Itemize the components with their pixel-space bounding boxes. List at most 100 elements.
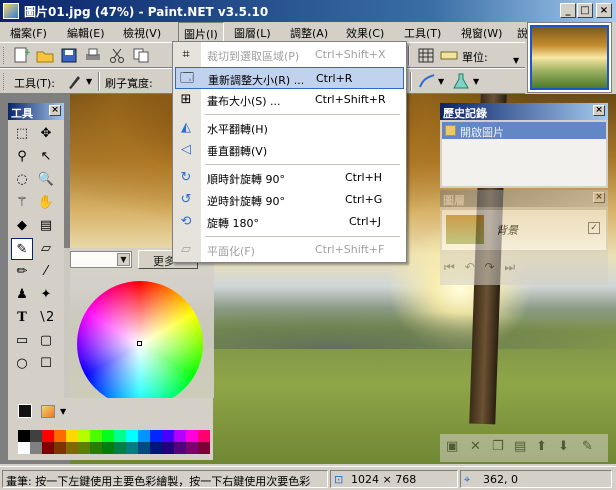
add-layer-icon[interactable]: ▣	[446, 439, 458, 454]
color-palette-grid[interactable]	[18, 430, 214, 458]
tool-dropdown-arrow-icon[interactable]: ▼	[86, 77, 92, 86]
menu-adjustments[interactable]: 調整(A)	[290, 25, 328, 41]
save-icon[interactable]	[60, 47, 78, 64]
palette-swatch[interactable]	[150, 430, 162, 442]
move-selected-icon[interactable]: ✥	[35, 123, 57, 145]
palette-swatch[interactable]	[198, 442, 210, 454]
freeform-shape-icon[interactable]: ☐	[35, 353, 57, 375]
lasso-select-icon[interactable]: ⚲	[11, 146, 33, 168]
color-wheel[interactable]	[77, 281, 203, 407]
line-curve-icon[interactable]: ∖2	[35, 307, 57, 329]
antialiasing-dropdown-icon[interactable]: ▼	[438, 77, 444, 86]
palette-swatch[interactable]	[150, 442, 162, 454]
ellipse-shape-icon[interactable]: ○	[11, 353, 33, 375]
pan-hand-icon[interactable]: ✋	[35, 192, 57, 214]
history-item[interactable]: 開啟圖片	[442, 122, 606, 139]
palette-swatch[interactable]	[186, 442, 198, 454]
palette-swatch[interactable]	[66, 430, 78, 442]
menu-rotate-cw[interactable]: ↻ 順時針旋轉 90° Ctrl+H	[175, 167, 404, 189]
blend-mode-dropdown-icon[interactable]: ▼	[473, 77, 479, 86]
palette-swatch[interactable]	[138, 430, 150, 442]
recolor-icon[interactable]: ✦	[35, 284, 57, 306]
primary-color-swatch[interactable]	[18, 404, 32, 418]
menu-flatten[interactable]: ▱ 平面化(F) Ctrl+Shift+F	[175, 239, 404, 261]
copy-icon[interactable]	[132, 47, 150, 64]
magic-wand-icon[interactable]: ⚚	[11, 192, 33, 214]
rectangle-shape-icon[interactable]: ▭	[11, 330, 33, 352]
move-selection-icon[interactable]: ↖	[35, 146, 57, 168]
color-picker-icon[interactable]: ⁄	[35, 261, 57, 283]
menu-rotate-180[interactable]: ⟲ 旋轉 180° Ctrl+J	[175, 211, 404, 233]
grid-icon[interactable]	[417, 47, 435, 64]
toolbar-overflow-icon[interactable]: ▼	[513, 56, 523, 66]
pencil-icon[interactable]: ✏	[11, 261, 33, 283]
palette-swatch[interactable]	[162, 442, 174, 454]
tools-panel-close-button[interactable]: ×	[49, 105, 61, 116]
palette-swatch[interactable]	[102, 430, 114, 442]
cut-icon[interactable]	[108, 47, 126, 64]
palette-dropdown-icon[interactable]: ▼	[60, 407, 66, 416]
layers-panel-close-button[interactable]: ×	[593, 192, 605, 203]
palette-swatch[interactable]	[54, 430, 66, 442]
palette-swatch[interactable]	[198, 430, 210, 442]
palette-swatch[interactable]	[18, 442, 30, 454]
toolbar-grip[interactable]	[3, 47, 6, 64]
close-button[interactable]: ×	[596, 3, 612, 18]
menu-window[interactable]: 視窗(W)	[461, 25, 502, 41]
current-tool-brush-icon[interactable]	[66, 73, 84, 90]
new-file-icon[interactable]: +	[12, 47, 30, 64]
menu-image[interactable]: 圖片(I)	[178, 22, 224, 42]
menu-rotate-ccw[interactable]: ↺ 逆時針旋轉 90° Ctrl+G	[175, 189, 404, 211]
history-panel-close-button[interactable]: ×	[593, 105, 605, 116]
palette-swatch[interactable]	[42, 442, 54, 454]
minimize-button[interactable]: _	[560, 3, 576, 18]
menu-crop-to-selection[interactable]: ⌗ 裁切到選取區域(P) Ctrl+Shift+X	[175, 44, 404, 66]
move-layer-down-icon[interactable]: ⬇	[558, 439, 569, 454]
menu-layers[interactable]: 圖層(L)	[234, 25, 271, 41]
palette-swatch[interactable]	[78, 442, 90, 454]
menu-canvas-size[interactable]: ⊞ 畫布大小(S) ... Ctrl+Shift+R	[175, 89, 404, 111]
menu-flip-vertical[interactable]: ◁ 垂直翻轉(V)	[175, 139, 404, 161]
color-wheel-marker[interactable]	[137, 341, 142, 346]
open-folder-icon[interactable]	[36, 47, 54, 64]
menu-tools[interactable]: 工具(T)	[404, 25, 441, 41]
move-layer-up-icon[interactable]: ⬆	[536, 439, 547, 454]
palette-swatch[interactable]	[138, 442, 150, 454]
palette-swatch[interactable]	[78, 430, 90, 442]
ellipse-select-icon[interactable]: ◌	[11, 169, 33, 191]
rounded-rectangle-icon[interactable]: ▢	[35, 330, 57, 352]
toolbar-grip[interactable]	[3, 73, 6, 90]
palette-menu-icon[interactable]	[41, 405, 55, 418]
palette-swatch[interactable]	[90, 430, 102, 442]
palette-swatch[interactable]	[30, 430, 42, 442]
menu-flip-horizontal[interactable]: ◭ 水平翻轉(H)	[175, 117, 404, 139]
delete-layer-icon[interactable]: ✕	[470, 439, 481, 454]
layer-properties-icon[interactable]: ✎	[582, 439, 593, 454]
merge-layer-icon[interactable]: ▤	[514, 439, 526, 454]
duplicate-layer-icon[interactable]: ❐	[492, 439, 504, 454]
text-icon[interactable]: T	[11, 307, 33, 329]
blend-mode-flask-icon[interactable]	[452, 73, 470, 90]
layer-row[interactable]: 背景 ✓	[442, 210, 606, 250]
paintbrush-icon[interactable]: ✎	[11, 238, 33, 260]
eraser-icon[interactable]: ▱	[35, 238, 57, 260]
print-icon[interactable]	[84, 47, 102, 64]
menu-resize[interactable]: 🗔 重新調整大小(R) ... Ctrl+R	[175, 67, 404, 89]
palette-swatch[interactable]	[18, 430, 30, 442]
menu-view[interactable]: 檢視(V)	[123, 25, 161, 41]
palette-swatch[interactable]	[186, 430, 198, 442]
palette-swatch[interactable]	[114, 442, 126, 454]
palette-swatch[interactable]	[126, 430, 138, 442]
menu-effects[interactable]: 效果(C)	[346, 25, 384, 41]
palette-swatch[interactable]	[174, 442, 186, 454]
zoom-icon[interactable]: 🔍	[35, 169, 57, 191]
palette-swatch[interactable]	[162, 430, 174, 442]
ruler-icon[interactable]	[440, 47, 458, 64]
layer-visible-checkbox[interactable]: ✓	[588, 222, 600, 234]
menu-file[interactable]: 檔案(F)	[10, 25, 47, 41]
gradient-icon[interactable]: ▤	[35, 215, 57, 237]
palette-swatch[interactable]	[30, 442, 42, 454]
clone-stamp-icon[interactable]: ♟	[11, 284, 33, 306]
palette-swatch[interactable]	[90, 442, 102, 454]
history-navigation-controls[interactable]: ⏮ ↶ ↷ ⏭	[444, 260, 518, 275]
